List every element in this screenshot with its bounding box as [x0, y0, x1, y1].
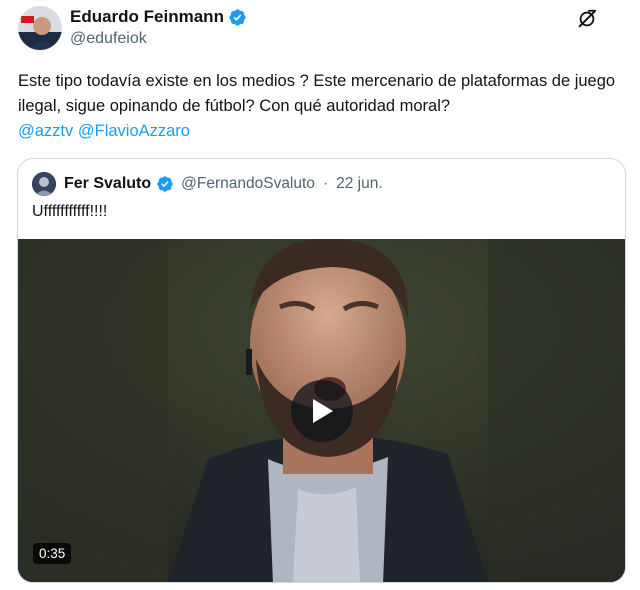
- author-avatar[interactable]: [18, 6, 62, 50]
- video-player[interactable]: 0:35: [18, 239, 625, 582]
- author-name[interactable]: Eduardo Feinmann: [70, 7, 224, 27]
- quote-date[interactable]: 22 jun.: [336, 175, 383, 193]
- quote-separator: ·: [322, 175, 329, 192]
- grok-icon[interactable]: [576, 8, 598, 30]
- tweet-text: Este tipo todavía existe en los medios ?…: [18, 69, 628, 144]
- mentions: @azztv @FlavioAzzaro: [18, 122, 190, 140]
- author-handle[interactable]: @edufeiok: [70, 30, 247, 48]
- author-info: Eduardo Feinmann @edufeiok: [70, 7, 247, 48]
- video-duration: 0:35: [33, 543, 72, 564]
- play-button[interactable]: [291, 380, 353, 442]
- mention-flavioazzaro[interactable]: @FlavioAzzaro: [78, 122, 190, 140]
- quoted-tweet[interactable]: Fer Svaluto @FernandoSvaluto · 22 jun. U…: [17, 158, 626, 583]
- quote-text: Ufffffffffff!!!!: [32, 203, 108, 220]
- quote-author-name[interactable]: Fer Svaluto: [64, 175, 151, 193]
- verified-badge-icon: [229, 8, 246, 26]
- verified-badge-icon: [157, 176, 173, 192]
- mention-azztv[interactable]: @azztv: [18, 122, 73, 140]
- tweet-body: Este tipo todavía existe en los medios ?…: [18, 72, 616, 115]
- quote-header: Fer Svaluto @FernandoSvaluto · 22 jun.: [32, 172, 383, 196]
- quote-author-handle[interactable]: @FernandoSvaluto: [181, 175, 315, 193]
- tweet: Eduardo Feinmann @edufeiok Este tipo tod…: [0, 0, 640, 590]
- quote-avatar[interactable]: [32, 172, 56, 196]
- play-icon: [313, 399, 333, 423]
